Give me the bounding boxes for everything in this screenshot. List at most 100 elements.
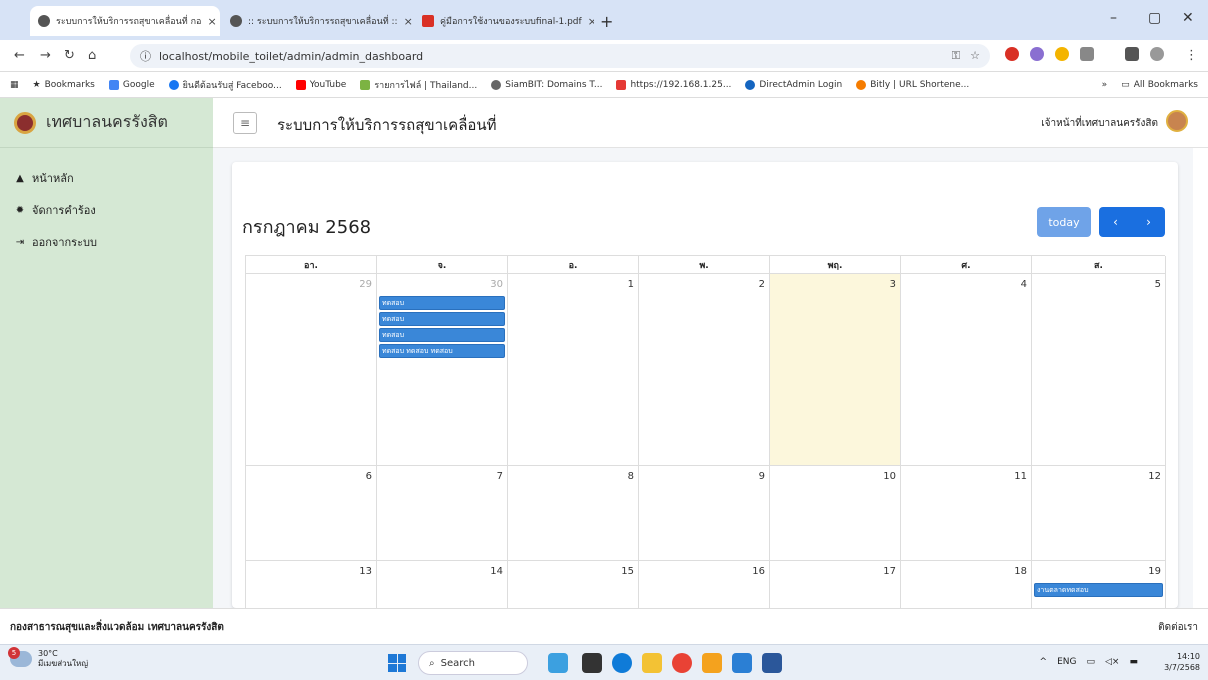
- calendar-day-cell[interactable]: 3: [770, 274, 901, 466]
- widgets-icon[interactable]: [548, 653, 568, 673]
- hamburger-menu-button[interactable]: ≡: [233, 112, 257, 134]
- day-number[interactable]: 17: [883, 566, 896, 577]
- calendar-day-cell[interactable]: 7: [377, 466, 508, 561]
- extension-record-icon[interactable]: [1005, 47, 1019, 61]
- calendar-day-cell[interactable]: 5: [1032, 274, 1166, 466]
- calendar-day-cell[interactable]: 30 ทดสอบ ทดสอบ ทดสอบ ทดสอบ ทดสอบ ทดสอบ: [377, 274, 508, 466]
- day-number[interactable]: 11: [1014, 471, 1027, 482]
- back-icon[interactable]: ←: [14, 48, 25, 63]
- bookmark-item[interactable]: Bitly | URL Shortene...: [856, 79, 969, 90]
- contact-link[interactable]: ติดต่อเรา: [1158, 620, 1198, 635]
- calendar-day-cell[interactable]: 4: [901, 274, 1032, 466]
- close-icon[interactable]: ×: [207, 15, 216, 28]
- puzzle-icon[interactable]: [1080, 47, 1094, 61]
- day-number[interactable]: 8: [628, 471, 634, 482]
- day-number[interactable]: 6: [366, 471, 372, 482]
- clock[interactable]: 14:10 3/7/2568: [1164, 651, 1200, 673]
- bookmark-item[interactable]: ★ Bookmarks: [33, 80, 95, 90]
- all-bookmarks[interactable]: ▭ All Bookmarks: [1121, 80, 1198, 90]
- day-number[interactable]: 10: [883, 471, 896, 482]
- avatar[interactable]: [1166, 110, 1188, 132]
- network-icon[interactable]: ▭: [1087, 657, 1096, 667]
- new-tab-button[interactable]: +: [600, 12, 613, 31]
- calendar-day-cell[interactable]: 12: [1032, 466, 1166, 561]
- calendar-day-cell[interactable]: 9: [639, 466, 770, 561]
- apps-icon[interactable]: ▦: [10, 80, 19, 90]
- word-icon[interactable]: [762, 653, 782, 673]
- day-number[interactable]: 3: [890, 279, 896, 290]
- sidebar-item-home[interactable]: ▲ หน้าหลัก: [0, 162, 213, 194]
- bookmark-item[interactable]: Google: [108, 79, 155, 90]
- day-number[interactable]: 18: [1014, 566, 1027, 577]
- bookmark-item[interactable]: ยินดีต้อนรับสู่ Faceboo...: [168, 78, 282, 92]
- bookmark-item[interactable]: https://192.168.1.25...: [616, 79, 731, 90]
- calendar-day-cell[interactable]: 2: [639, 274, 770, 466]
- calendar-day-cell[interactable]: 18: [901, 561, 1032, 608]
- key-icon[interactable]: ⚿: [952, 49, 960, 63]
- home-icon[interactable]: ⌂: [88, 48, 96, 63]
- forward-icon[interactable]: →: [40, 48, 51, 63]
- today-button[interactable]: today: [1037, 207, 1091, 237]
- download-icon[interactable]: [1125, 47, 1139, 61]
- calendar-day-cell[interactable]: 16: [639, 561, 770, 608]
- close-icon[interactable]: ×: [404, 15, 412, 28]
- calendar-event[interactable]: ทดสอบ ทดสอบ ทดสอบ: [379, 344, 505, 358]
- day-number[interactable]: 4: [1021, 279, 1027, 290]
- star-icon[interactable]: ☆: [970, 49, 980, 63]
- volume-icon[interactable]: ◁×: [1105, 657, 1119, 667]
- restore-button[interactable]: ▢: [1148, 10, 1161, 26]
- chrome-icon[interactable]: [672, 653, 692, 673]
- bookmark-item[interactable]: รายการไฟล์ | Thailand...: [360, 78, 477, 92]
- calendar-day-cell[interactable]: 11: [901, 466, 1032, 561]
- sidebar-item-requests[interactable]: ✹ จัดการคำร้อง: [0, 194, 213, 226]
- calendar-day-cell[interactable]: 6: [246, 466, 377, 561]
- profile-avatar[interactable]: [1150, 47, 1164, 61]
- url-bar[interactable]: ⓘ localhost/mobile_toilet/admin/admin_da…: [130, 44, 990, 68]
- day-number[interactable]: 19: [1148, 566, 1161, 577]
- menu-icon[interactable]: ⋮: [1185, 48, 1198, 63]
- day-number[interactable]: 2: [759, 279, 765, 290]
- day-number[interactable]: 16: [752, 566, 765, 577]
- calendar-event[interactable]: ทดสอบ: [379, 312, 505, 326]
- bookmark-item[interactable]: SiamBIT: Domains T...: [491, 79, 602, 90]
- day-number[interactable]: 9: [759, 471, 765, 482]
- calendar-event[interactable]: ทดสอบ: [379, 296, 505, 310]
- brand[interactable]: เทศบาลนครรังสิต: [0, 98, 213, 148]
- calendar-day-cell[interactable]: 13: [246, 561, 377, 608]
- day-number[interactable]: 13: [359, 566, 372, 577]
- next-month-button[interactable]: ›: [1132, 207, 1165, 237]
- prev-month-button[interactable]: ‹: [1099, 207, 1132, 237]
- day-number[interactable]: 30: [490, 279, 503, 290]
- windows-start-icon[interactable]: [388, 654, 406, 672]
- sidebar-item-logout[interactable]: ⇥ ออกจากระบบ: [0, 226, 213, 258]
- task-view-icon[interactable]: [582, 653, 602, 673]
- calendar-event[interactable]: งานตลาดทดสอบ: [1034, 583, 1163, 597]
- calendar-day-cell[interactable]: 1: [508, 274, 639, 466]
- bookmark-item[interactable]: YouTube: [295, 79, 346, 90]
- day-number[interactable]: 1: [628, 279, 634, 290]
- language-indicator[interactable]: ENG: [1057, 657, 1076, 667]
- day-number[interactable]: 12: [1148, 471, 1161, 482]
- extension-bulb-icon[interactable]: [1055, 47, 1069, 61]
- close-icon[interactable]: ×: [588, 15, 594, 28]
- battery-icon[interactable]: ▬: [1129, 657, 1138, 667]
- taskbar-search[interactable]: ⌕ Search: [418, 651, 528, 675]
- browser-tab-active[interactable]: ระบบการให้บริการรถสุขาเคลื่อนที่ กอ ×: [30, 6, 220, 36]
- chevron-up-icon[interactable]: ^: [1040, 657, 1048, 667]
- calendar-day-cell[interactable]: 29: [246, 274, 377, 466]
- calendar-day-cell[interactable]: 15: [508, 561, 639, 608]
- reload-icon[interactable]: ↻: [64, 48, 75, 63]
- browser-tab[interactable]: คู่มือการใช้งานของระบบfinal-1.pdf ×: [414, 6, 594, 36]
- day-number[interactable]: 29: [359, 279, 372, 290]
- calendar-day-cell[interactable]: 10: [770, 466, 901, 561]
- minimize-button[interactable]: –: [1110, 10, 1117, 26]
- extension-icon[interactable]: [1030, 47, 1044, 61]
- bookmark-item[interactable]: DirectAdmin Login: [745, 79, 842, 90]
- day-number[interactable]: 5: [1155, 279, 1161, 290]
- calendar-event[interactable]: ทดสอบ: [379, 328, 505, 342]
- calendar-day-cell[interactable]: 14: [377, 561, 508, 608]
- calendar-day-cell[interactable]: 8: [508, 466, 639, 561]
- day-number[interactable]: 7: [497, 471, 503, 482]
- window-close-button[interactable]: ✕: [1182, 10, 1194, 26]
- calendar-day-cell[interactable]: 17: [770, 561, 901, 608]
